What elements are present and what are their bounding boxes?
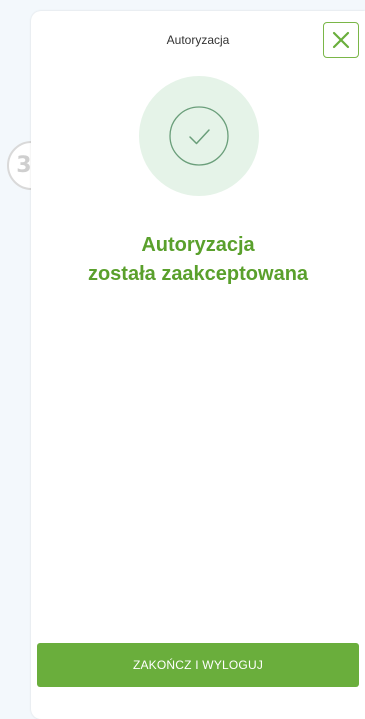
- success-message-line2: została zaakceptowana: [87, 263, 309, 285]
- check-circle-icon: [169, 106, 229, 166]
- success-message: Autoryzacja została zaakceptowana: [31, 231, 365, 289]
- success-badge: [139, 76, 259, 196]
- success-message-line1: Autoryzacja: [141, 234, 255, 256]
- mobile-screen: Autoryzacja Autoryzacja została zaakcept…: [31, 11, 365, 719]
- close-button[interactable]: [323, 22, 359, 58]
- close-icon: [332, 31, 350, 49]
- finish-logout-button[interactable]: ZAKOŃCZ I WYLOGUJ: [37, 643, 359, 687]
- page-title: Autoryzacja: [166, 33, 230, 47]
